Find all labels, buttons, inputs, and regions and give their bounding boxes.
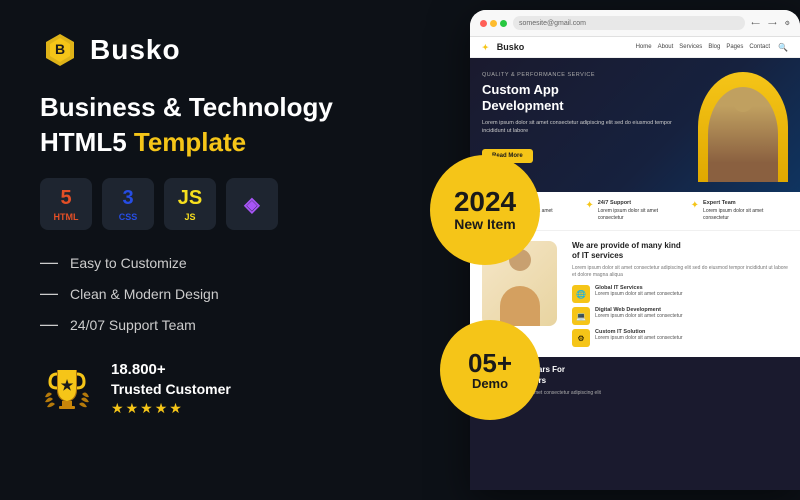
services-content-right: We are provide of many kindof IT service… (572, 241, 788, 348)
feature-item-2: — Clean & Modern Design (40, 283, 380, 304)
svg-text:★: ★ (61, 377, 74, 393)
feature-text-2: 24/7 Support Lorem ipsum dolor sit amet … (598, 200, 685, 222)
trusted-info: 18.800+ Trusted Customer ★ ★ ★ ★ ★ (111, 361, 231, 417)
title-html5: HTML5 (40, 127, 134, 157)
svg-text:B: B (55, 41, 65, 57)
main-title-line1: Business & Technology (40, 92, 380, 123)
services-item-icon-1: 🌐 (572, 285, 590, 303)
trophy-icon: ★ (40, 362, 95, 417)
left-panel: B Busko Business & Technology HTML5 Temp… (0, 0, 420, 500)
feature-icon-2: ✦ (585, 200, 593, 211)
brand-name: Busko (90, 34, 181, 66)
feature-item-3: — 24/07 Support Team (40, 314, 380, 335)
bottom-row: ★ 18.800+ Trusted Customer ★ ★ ★ ★ ★ (40, 361, 380, 417)
star-5: ★ (169, 400, 182, 417)
services-item-3: ⚙ Custom IT Solution Lorem ipsum dolor s… (572, 329, 788, 347)
dot-yellow (490, 20, 497, 27)
star-4: ★ (155, 400, 168, 417)
feature-label-1: Easy to Customize (70, 255, 187, 271)
right-panel: 2024 New Item 05+ Demo somesite@gmail.co… (420, 0, 800, 500)
trusted-label: Trusted Customer (111, 381, 231, 397)
mockup-navbar: ✦ Busko Home About Services Blog Pages C… (470, 37, 800, 58)
hero-image (698, 72, 788, 182)
tech-badge-other: ◈ (226, 178, 278, 230)
tech-badge-css: 3 CSS (102, 178, 154, 230)
dot-red (480, 20, 487, 27)
mock-feature-2: ✦ 24/7 Support Lorem ipsum dolor sit ame… (585, 200, 684, 222)
browser-url: somesite@gmail.com (513, 16, 745, 30)
mock-feature-3: ✦ Expert Team Lorem ipsum dolor sit amet… (691, 200, 790, 222)
feature-icon-3: ✦ (691, 200, 699, 211)
tech-badge-js: JS JS (164, 178, 216, 230)
badge-new-item: 2024 New Item (430, 155, 540, 265)
dot-green (500, 20, 507, 27)
services-item-icon-2: 💻 (572, 307, 590, 325)
mockup-nav-links: Home About Services Blog Pages Contact (636, 44, 770, 50)
mockup-logo-text: Busko (497, 42, 525, 52)
feature-label-3: 24/07 Support Team (70, 317, 196, 333)
tech-icons-row: 5 HTML 3 CSS JS JS ◈ (40, 178, 380, 230)
badge-demo: 05+ Demo (440, 320, 540, 420)
badge-demo-sub: Demo (472, 376, 508, 391)
services-items-list: 🌐 Global IT Services Lorem ipsum dolor s… (572, 285, 788, 347)
mockup-logo-icon: ✦ (482, 43, 489, 52)
badge-new-item-main: 2024 (454, 188, 516, 216)
badge-new-item-sub: New Item (454, 216, 515, 232)
feature-label-2: Clean & Modern Design (70, 286, 219, 302)
star-3: ★ (140, 400, 153, 417)
browser-bar: somesite@gmail.com ⟵ ⟶ ⚙ (470, 10, 800, 37)
title-template: Template (134, 127, 246, 157)
nav-link-blog: Blog (708, 44, 720, 50)
feature-text-3: Expert Team Lorem ipsum dolor sit amet c… (703, 200, 790, 222)
browser-nav: ⟵ ⟶ ⚙ (751, 20, 790, 27)
hero-subtitle: QUALITY & PERFORMANCE SERVICE (482, 72, 690, 78)
features-list: — Easy to Customize — Clean & Modern Des… (40, 252, 380, 335)
nav-link-home: Home (636, 44, 652, 50)
logo-area: B Busko (40, 30, 380, 70)
services-item-2: 💻 Digital Web Development Lorem ipsum do… (572, 307, 788, 325)
logo-icon: B (40, 30, 80, 70)
feature-item-1: — Easy to Customize (40, 252, 380, 273)
star-1: ★ (111, 400, 124, 417)
trusted-count: 18.800+ (111, 361, 231, 378)
badge-demo-main: 05+ (468, 350, 512, 376)
nav-link-services: Services (679, 44, 702, 50)
tech-badge-html: 5 HTML (40, 178, 92, 230)
services-item-icon-3: ⚙ (572, 329, 590, 347)
search-icon: 🔍 (778, 43, 788, 52)
nav-link-pages: Pages (726, 44, 743, 50)
hero-person-figure (708, 87, 778, 182)
services-item-1: 🌐 Global IT Services Lorem ipsum dolor s… (572, 285, 788, 303)
hero-title: Custom AppDevelopment (482, 82, 690, 113)
nav-link-contact: Contact (749, 44, 770, 50)
star-2: ★ (126, 400, 139, 417)
hero-text: QUALITY & PERFORMANCE SERVICE Custom App… (482, 72, 690, 163)
stars-row: ★ ★ ★ ★ ★ (111, 400, 231, 417)
main-title-line2: HTML5 Template (40, 127, 380, 158)
hero-desc: Lorem ipsum dolor sit amet consectetur a… (482, 119, 690, 136)
browser-dots (480, 20, 507, 27)
services-heading: We are provide of many kindof IT service… (572, 241, 788, 262)
nav-link-about: About (658, 44, 674, 50)
services-desc: Lorem ipsum dolor sit amet consectetur a… (572, 265, 788, 279)
